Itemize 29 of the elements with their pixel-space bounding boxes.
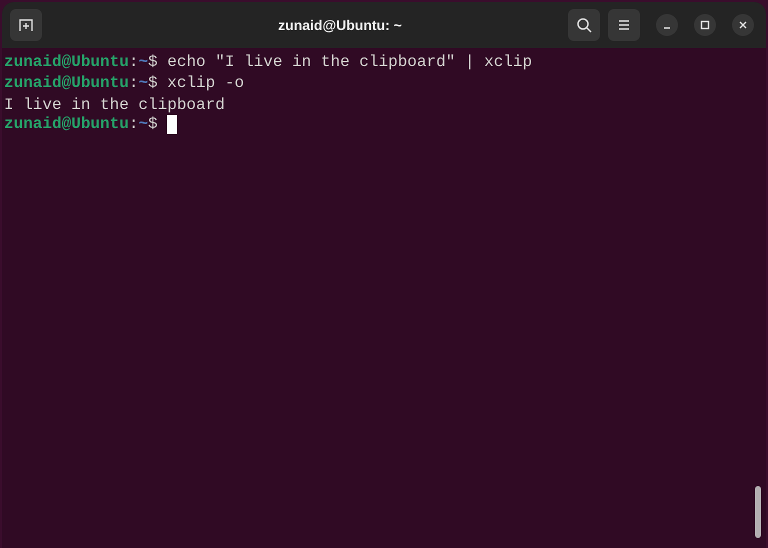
new-tab-button[interactable] [10, 9, 42, 41]
command-text: echo "I live in the clipboard" | xclip [167, 52, 532, 74]
prompt-separator: : [128, 52, 138, 74]
prompt-host: zunaid@Ubuntu [4, 73, 129, 94]
maximize-icon [700, 20, 710, 30]
maximize-button[interactable] [694, 14, 716, 36]
prompt-path: ~ [138, 114, 148, 136]
prompt-path: ~ [138, 52, 148, 74]
search-icon [576, 17, 592, 33]
prompt-path: ~ [138, 73, 148, 94]
minimize-button[interactable] [656, 14, 678, 36]
prompt-separator: : [128, 73, 138, 94]
close-button[interactable] [732, 14, 754, 36]
close-icon [738, 20, 748, 30]
menu-icon [617, 19, 631, 31]
scrollbar-thumb[interactable] [755, 486, 761, 538]
prompt-symbol: $ [148, 52, 158, 74]
prompt-host: zunaid@Ubuntu [4, 52, 129, 74]
prompt-symbol: $ [148, 73, 158, 94]
search-button[interactable] [568, 9, 600, 41]
prompt-symbol: $ [148, 114, 158, 136]
command-text: xclip -o [167, 73, 244, 94]
prompt-separator: : [128, 114, 138, 136]
new-tab-icon [18, 17, 34, 33]
menu-button[interactable] [608, 9, 640, 41]
minimize-icon [663, 27, 671, 29]
prompt-host: zunaid@Ubuntu [4, 114, 129, 136]
window-title: zunaid@Ubuntu: ~ [278, 16, 402, 34]
output-text: I live in the clipboard [4, 95, 225, 114]
